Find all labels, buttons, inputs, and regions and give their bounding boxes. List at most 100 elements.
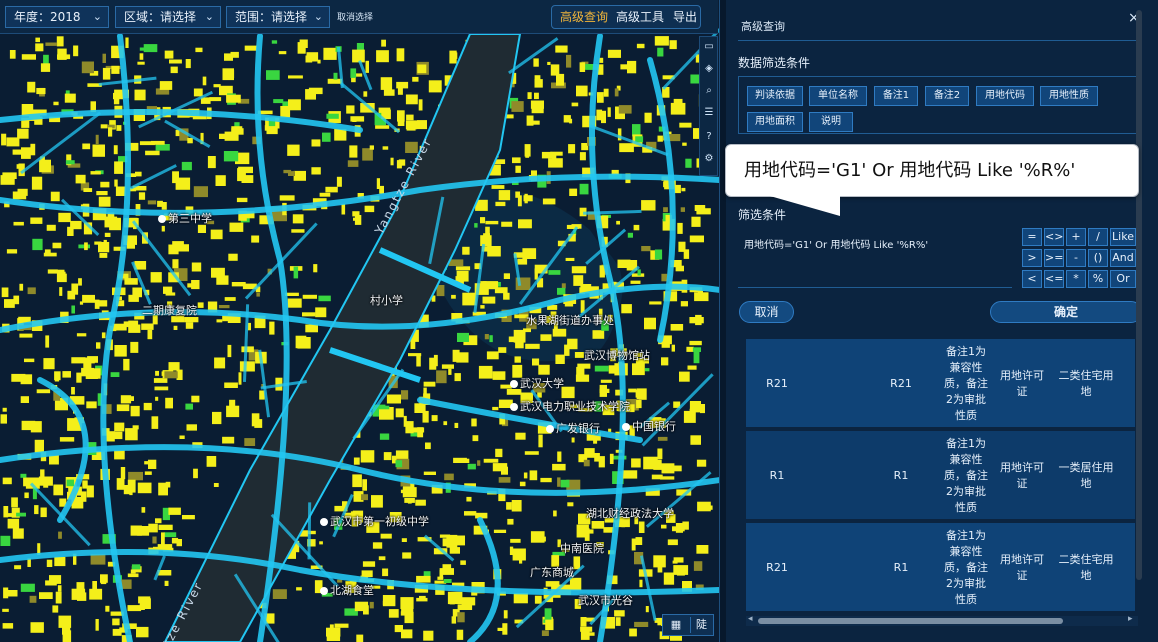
land-parcel (511, 101, 524, 112)
measure-icon[interactable]: ⚙ (701, 151, 717, 167)
land-parcel (552, 328, 567, 337)
year-select[interactable]: 年度：2018 ⌄ (5, 6, 109, 28)
land-parcel (401, 603, 414, 614)
confirm-button[interactable]: 确定 (990, 301, 1142, 323)
layers-icon[interactable]: ◈ (701, 61, 717, 77)
land-parcel (577, 363, 591, 369)
field-button[interactable]: 备注2 (925, 86, 969, 106)
land-parcel (238, 166, 253, 174)
search-icon[interactable]: ⌕ (701, 83, 717, 99)
land-parcel (3, 587, 9, 599)
land-parcel (369, 145, 374, 150)
land-parcel (54, 556, 66, 567)
land-parcel (567, 338, 578, 350)
land-parcel (422, 410, 429, 423)
poi-icon (158, 215, 166, 223)
field-button[interactable]: 说明 (809, 112, 853, 132)
table-row[interactable]: R21 R1 备注1为兼容性质，备注2为审批性质 用地许可证 二类住宅用地 (746, 523, 1135, 613)
land-parcel (59, 287, 63, 296)
operator-button[interactable]: - (1066, 249, 1086, 267)
clear-selection-link[interactable]: 取消选择 (337, 10, 373, 23)
operator-button[interactable]: And (1110, 249, 1136, 267)
scroll-left-icon[interactable]: ◂ (748, 614, 753, 624)
map-view[interactable]: 第三中学 二期康复院 村小学 水果湖街道办事处 武汉博物馆站 武汉大学 武汉电力… (0, 0, 720, 642)
operator-button[interactable]: Like (1110, 228, 1136, 246)
land-parcel (630, 280, 641, 284)
land-parcel (57, 585, 62, 592)
land-parcel (90, 368, 101, 379)
map-tool-column: ▭ ◈ ⌕ ☰ ? ⚙ (699, 36, 718, 176)
land-parcel (511, 500, 522, 512)
range-select[interactable]: 范围：请选择 ⌄ (226, 6, 330, 28)
table-cell: R1 (893, 561, 909, 574)
horizontal-scrollbar[interactable]: ◂ ▸ (746, 614, 1138, 626)
land-parcel (40, 507, 47, 518)
advanced-tools-button[interactable]: 高级工具 (614, 6, 666, 28)
land-parcel (13, 221, 24, 226)
list-icon[interactable]: ☰ (701, 105, 717, 121)
poi-icon (546, 425, 554, 433)
land-parcel (567, 502, 574, 507)
land-parcel (460, 560, 466, 565)
vertical-scrollbar[interactable] (1136, 10, 1142, 580)
land-parcel (20, 473, 27, 478)
help-icon[interactable]: ? (701, 129, 717, 145)
operator-button[interactable]: Or (1110, 270, 1136, 288)
terrain-mode-icon[interactable]: 陡 (690, 617, 712, 633)
land-parcel (428, 80, 442, 93)
field-button[interactable]: 备注1 (874, 86, 918, 106)
land-parcel (266, 70, 280, 80)
table-mode-icon[interactable]: ▦ (665, 617, 687, 633)
table-row[interactable]: R21 R21 备注1为兼容性质，备注2为审批性质 用地许可证 二类住宅用地 (746, 339, 1135, 429)
advanced-query-button[interactable]: 高级查询 (558, 6, 610, 28)
land-parcel (139, 601, 145, 610)
field-button[interactable]: 用地性质 (1040, 86, 1098, 106)
land-parcel (50, 191, 60, 202)
operator-button[interactable]: % (1088, 270, 1108, 288)
operator-button[interactable]: <> (1044, 228, 1064, 246)
land-parcel (169, 59, 182, 64)
land-parcel (462, 292, 477, 306)
land-parcel (506, 502, 512, 510)
land-parcel (502, 623, 508, 635)
land-parcel (39, 592, 53, 599)
export-button[interactable]: 导出 (670, 6, 700, 28)
scroll-right-icon[interactable]: ▸ (1128, 614, 1133, 624)
land-parcel (131, 396, 134, 401)
operator-button[interactable]: / (1088, 228, 1108, 246)
scrollbar-thumb[interactable] (758, 618, 1063, 624)
field-button[interactable]: 用地代码 (976, 86, 1034, 106)
operator-button[interactable]: > (1022, 249, 1042, 267)
operator-button[interactable]: () (1088, 249, 1108, 267)
region-select[interactable]: 区域：请选择 ⌄ (115, 6, 221, 28)
land-parcel (530, 100, 544, 109)
field-button[interactable]: 用地面积 (747, 112, 803, 132)
land-parcel (231, 126, 243, 132)
land-parcel (576, 524, 589, 538)
land-parcel (54, 375, 60, 382)
operator-button[interactable]: + (1066, 228, 1086, 246)
operator-button[interactable]: <= (1044, 270, 1064, 288)
cancel-button[interactable]: 取消 (739, 301, 794, 323)
land-parcel (431, 415, 438, 422)
operator-button[interactable]: >= (1044, 249, 1064, 267)
road-line (130, 164, 177, 190)
comment-icon[interactable]: ▭ (701, 39, 717, 55)
operator-button[interactable]: = (1022, 228, 1042, 246)
land-parcel (689, 401, 701, 413)
land-parcel (24, 492, 29, 499)
table-cell: 用地许可证 (1000, 461, 1044, 490)
land-parcel (523, 472, 528, 479)
land-parcel (449, 547, 460, 554)
land-parcel (692, 347, 701, 352)
field-button[interactable]: 单位名称 (809, 86, 867, 106)
operator-button[interactable]: * (1066, 270, 1086, 288)
table-cell: R1 (893, 469, 909, 482)
operator-button[interactable]: < (1022, 270, 1042, 288)
table-row[interactable]: R1 R1 备注1为兼容性质，备注2为审批性质 用地许可证 一类居住用地 (746, 431, 1135, 521)
condition-input[interactable]: 用地代码='G1' Or 用地代码 Like '%R%' (738, 226, 1012, 288)
field-button[interactable]: 判读依据 (747, 86, 803, 106)
land-parcel (77, 592, 87, 601)
result-table[interactable]: R21 R21 备注1为兼容性质，备注2为审批性质 用地许可证 二类住宅用地 R1 R1 备注… (746, 339, 1135, 615)
land-parcel (380, 77, 393, 90)
